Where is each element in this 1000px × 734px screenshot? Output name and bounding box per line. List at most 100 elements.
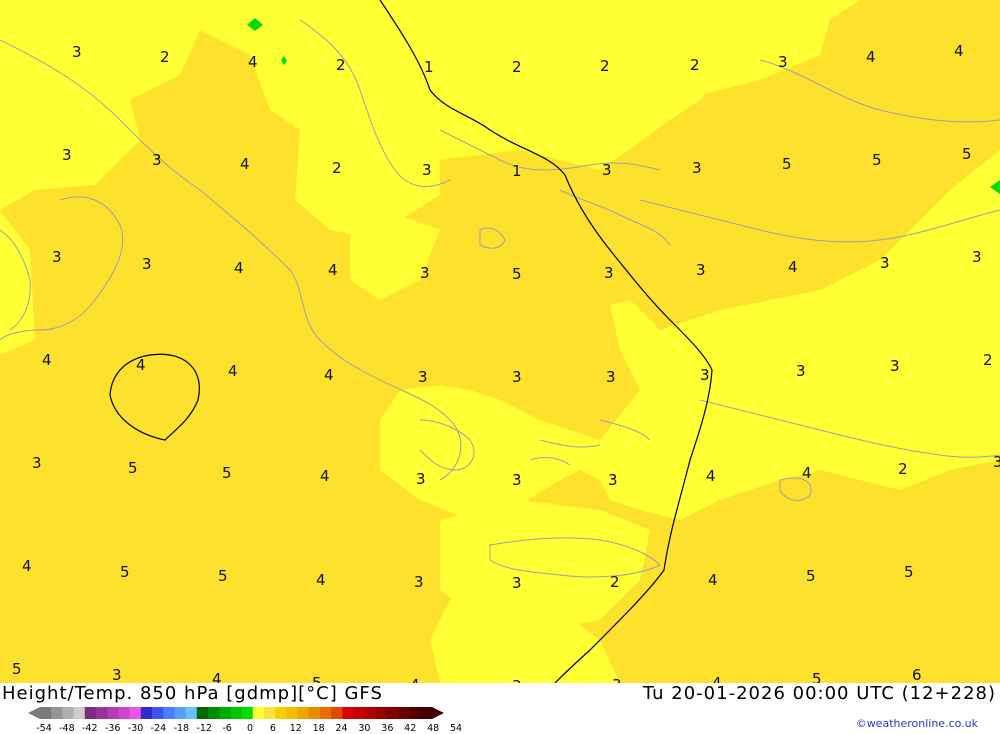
scale-swatch <box>286 707 299 719</box>
temperature-label: 2 <box>160 48 170 66</box>
temperature-label: 3 <box>512 368 522 386</box>
temperature-label: 5 <box>128 459 138 477</box>
scale-tick-label: -48 <box>59 723 75 734</box>
temperature-label: 5 <box>806 567 816 585</box>
temperature-label: 4 <box>802 464 812 482</box>
scale-swatch <box>230 707 243 719</box>
scale-swatch <box>174 707 187 719</box>
temperature-label: 3 <box>778 53 788 71</box>
temperature-label: 2 <box>332 159 342 177</box>
scale-swatch <box>353 707 366 719</box>
temperature-label: 3 <box>880 254 890 272</box>
temperature-label: 4 <box>712 674 722 683</box>
temperature-label: 3 <box>512 471 522 489</box>
scale-swatch <box>51 707 63 719</box>
temperature-label: 4 <box>320 467 330 485</box>
temperature-label: 4 <box>42 351 52 369</box>
temperature-label: 5 <box>782 155 792 173</box>
temperature-label: 3 <box>422 161 432 179</box>
temperature-label: 4 <box>248 53 258 71</box>
temperature-label: 4 <box>316 571 326 589</box>
temperature-label: 3 <box>112 666 122 683</box>
scale-swatch <box>185 707 198 719</box>
scale-tick-label: 24 <box>335 723 348 734</box>
credit-link[interactable]: ©weatheronline.co.uk <box>856 717 978 730</box>
scale-swatch <box>275 707 287 719</box>
scale-tick-label: 0 <box>246 723 254 734</box>
temperature-label: 4 <box>240 155 250 173</box>
temperature-label: 4 <box>706 467 716 485</box>
temperature-label: 5 <box>222 464 232 482</box>
temperature-label: 4 <box>324 366 334 384</box>
scale-swatch <box>331 707 343 719</box>
scale-swatch <box>364 707 377 719</box>
scale-swatch <box>84 707 97 719</box>
scale-left-arrow <box>28 707 40 719</box>
scale-swatch <box>420 707 433 719</box>
temperature-label: 3 <box>700 366 710 384</box>
temperature-label: 4 <box>328 261 338 279</box>
scale-tick-label: -30 <box>127 723 144 734</box>
temperature-label: 5 <box>120 563 130 581</box>
scale-tick-label: -12 <box>196 723 212 734</box>
scale-swatch <box>196 707 209 719</box>
scale-swatch <box>118 707 131 719</box>
scale-swatch <box>387 707 399 719</box>
temperature-label: 5 <box>218 567 228 585</box>
temperature-label: 3 <box>692 159 702 177</box>
temperature-label: 3 <box>612 676 622 683</box>
scale-tick-label: 6 <box>269 723 276 734</box>
temperature-label: 3 <box>796 362 806 380</box>
scale-swatch <box>208 707 220 719</box>
scale-swatch <box>297 707 310 719</box>
temperature-label: 2 <box>600 57 610 75</box>
scale-tick-label: -36 <box>104 723 121 734</box>
temperature-label: 2 <box>610 573 620 591</box>
scale-swatch <box>241 707 254 719</box>
scale-swatch <box>252 707 265 719</box>
temperature-label: 3 <box>52 248 62 266</box>
scale-swatch <box>62 707 75 719</box>
scale-tick-label: 30 <box>358 723 371 734</box>
temperature-label: 4 <box>866 48 876 66</box>
temperature-label: 2 <box>690 56 700 74</box>
scale-swatch <box>40 707 52 719</box>
scale-tick-label: -54 <box>36 723 52 734</box>
scale-swatch <box>409 707 422 719</box>
temperature-label: 3 <box>418 368 428 386</box>
temperature-label: 4 <box>410 676 420 683</box>
temperature-label: 1 <box>424 58 434 76</box>
temperature-label: 3 <box>608 471 618 489</box>
temperature-label: 3 <box>62 146 72 164</box>
temperature-label: 5 <box>812 670 822 683</box>
temperature-label: 2 <box>336 56 346 74</box>
temperature-label: 2 <box>983 351 993 369</box>
valid-time: Tu 20-01-2026 00:00 UTC (12+228) <box>642 683 996 704</box>
temperature-label: 4 <box>954 42 964 60</box>
temperature-label: 3 <box>972 248 982 266</box>
scale-swatch <box>376 707 388 719</box>
temperature-label: 5 <box>872 151 882 169</box>
scale-tick-label: 42 <box>404 723 417 734</box>
temperature-label: 5 <box>512 265 522 283</box>
scale-tick-label: -24 <box>150 723 167 734</box>
temperature-label: 5 <box>962 145 972 163</box>
temperature-label: 3 <box>414 573 424 591</box>
scale-swatch <box>96 707 108 719</box>
temperature-label: 4 <box>228 362 238 380</box>
temperature-label: 4 <box>234 259 244 277</box>
temperature-label: 3 <box>604 264 614 282</box>
scale-tick-label: 36 <box>381 723 394 734</box>
scale-swatch <box>342 707 355 719</box>
scale-swatch <box>219 707 231 719</box>
scale-swatch <box>320 707 332 719</box>
scale-tick-label: 18 <box>312 723 325 734</box>
scale-tick-label: -18 <box>173 723 190 734</box>
scale-swatch <box>73 707 86 719</box>
scale-swatch <box>129 707 142 719</box>
weather-map: 3 2 4 2 1 2 2 2 3 4 4 3 3 4 2 3 1 3 3 5 5 5 3 3 4 4 3 5 3 3 4 3 3 4 4 4 4 3 3 3… <box>0 0 1000 683</box>
temperature-label: 4 <box>136 356 146 374</box>
temperature-label: 5 <box>312 674 322 683</box>
scale-tick-label: 48 <box>427 723 440 734</box>
temperature-label: 5 <box>12 660 22 678</box>
